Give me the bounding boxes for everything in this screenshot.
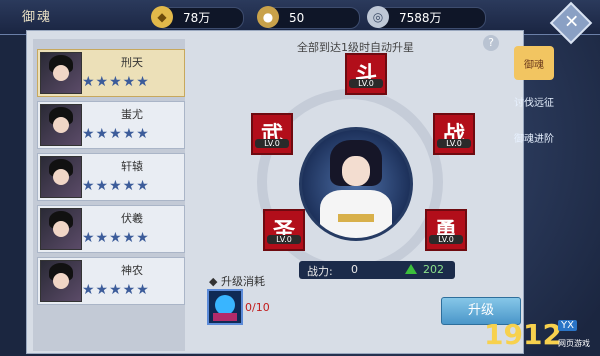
power-value: 0	[351, 263, 358, 276]
crystal-orb-icon	[215, 295, 235, 315]
tab-soul[interactable]: 御魂	[514, 46, 554, 80]
power-gain: 202	[423, 263, 444, 276]
power-bar: 战力: 0 202	[299, 261, 455, 279]
soul-slot-zhan[interactable]: 战 LV.0	[433, 113, 475, 155]
hero-portrait	[40, 104, 82, 146]
up-arrow-icon	[405, 264, 417, 274]
close-icon: ✕	[564, 11, 580, 33]
hero-stars: ★★★★★	[82, 282, 150, 298]
hero-item[interactable]: 刑天 ★★★★★	[37, 49, 185, 97]
copper-value: 7588万	[399, 11, 442, 25]
hero-stars: ★★★★★	[82, 178, 150, 194]
hero-name: 神农	[121, 264, 143, 277]
gold-value: 78万	[183, 11, 211, 25]
hero-name: 刑天	[121, 56, 143, 69]
material-count: 0/10	[245, 301, 270, 314]
soul-slot-dou[interactable]: 斗 LV.0	[345, 53, 387, 95]
soul-slot-wu[interactable]: 武 LV.0	[251, 113, 293, 155]
hero-stars: ★★★★★	[82, 74, 150, 90]
hero-item[interactable]: 神农 ★★★★★	[37, 257, 185, 305]
coin-bag-icon: ●	[257, 6, 279, 28]
window-title: 御魂	[22, 10, 53, 25]
power-label: 战力:	[307, 265, 333, 278]
hero-portrait	[40, 156, 82, 198]
hero-stars: ★★★★★	[82, 230, 150, 246]
tab-expedition[interactable]: 讨伐远征	[514, 90, 554, 124]
hero-list: 刑天 ★★★★★ 蚩尤 ★★★★★ 轩辕 ★★★★★ 伏羲 ★★★★★ 神农 ★…	[33, 39, 185, 351]
hero-stars: ★★★★★	[82, 126, 150, 142]
hero-portrait	[40, 52, 82, 94]
copper-resource: ◎ 7588万	[367, 6, 486, 29]
copper-coin-icon: ◎	[367, 6, 389, 28]
site-logo: 1912 YX 网页游戏	[484, 318, 590, 351]
hero-showcase	[299, 127, 413, 241]
hero-name: 伏羲	[121, 212, 143, 225]
coin-value: 50	[289, 11, 305, 25]
help-icon[interactable]: ?	[483, 35, 499, 51]
hero-portrait	[40, 260, 82, 302]
tab-soul-advance[interactable]: 御魂进阶	[514, 126, 554, 160]
hero-portrait	[40, 208, 82, 250]
hero-item[interactable]: 蚩尤 ★★★★★	[37, 101, 185, 149]
soul-slot-sheng[interactable]: 圣 LV.0	[263, 209, 305, 251]
hero-name: 蚩尤	[121, 108, 143, 121]
upgrade-cost-title: ◆ 升级消耗	[209, 275, 265, 288]
gold-resource: ◆ 78万	[151, 6, 244, 29]
auto-star-hint: 全部到达1级时自动升星	[297, 41, 414, 54]
hero-name: 轩辕	[121, 160, 143, 173]
upgrade-material-item[interactable]	[207, 289, 243, 325]
main-panel: 刑天 ★★★★★ 蚩尤 ★★★★★ 轩辕 ★★★★★ 伏羲 ★★★★★ 神农 ★…	[26, 30, 524, 354]
hero-item[interactable]: 轩辕 ★★★★★	[37, 153, 185, 201]
gold-ingot-icon: ◆	[151, 6, 173, 28]
hero-item[interactable]: 伏羲 ★★★★★	[37, 205, 185, 253]
coin-resource: ● 50	[257, 6, 360, 29]
soul-slot-yong[interactable]: 勇 LV.0	[425, 209, 467, 251]
